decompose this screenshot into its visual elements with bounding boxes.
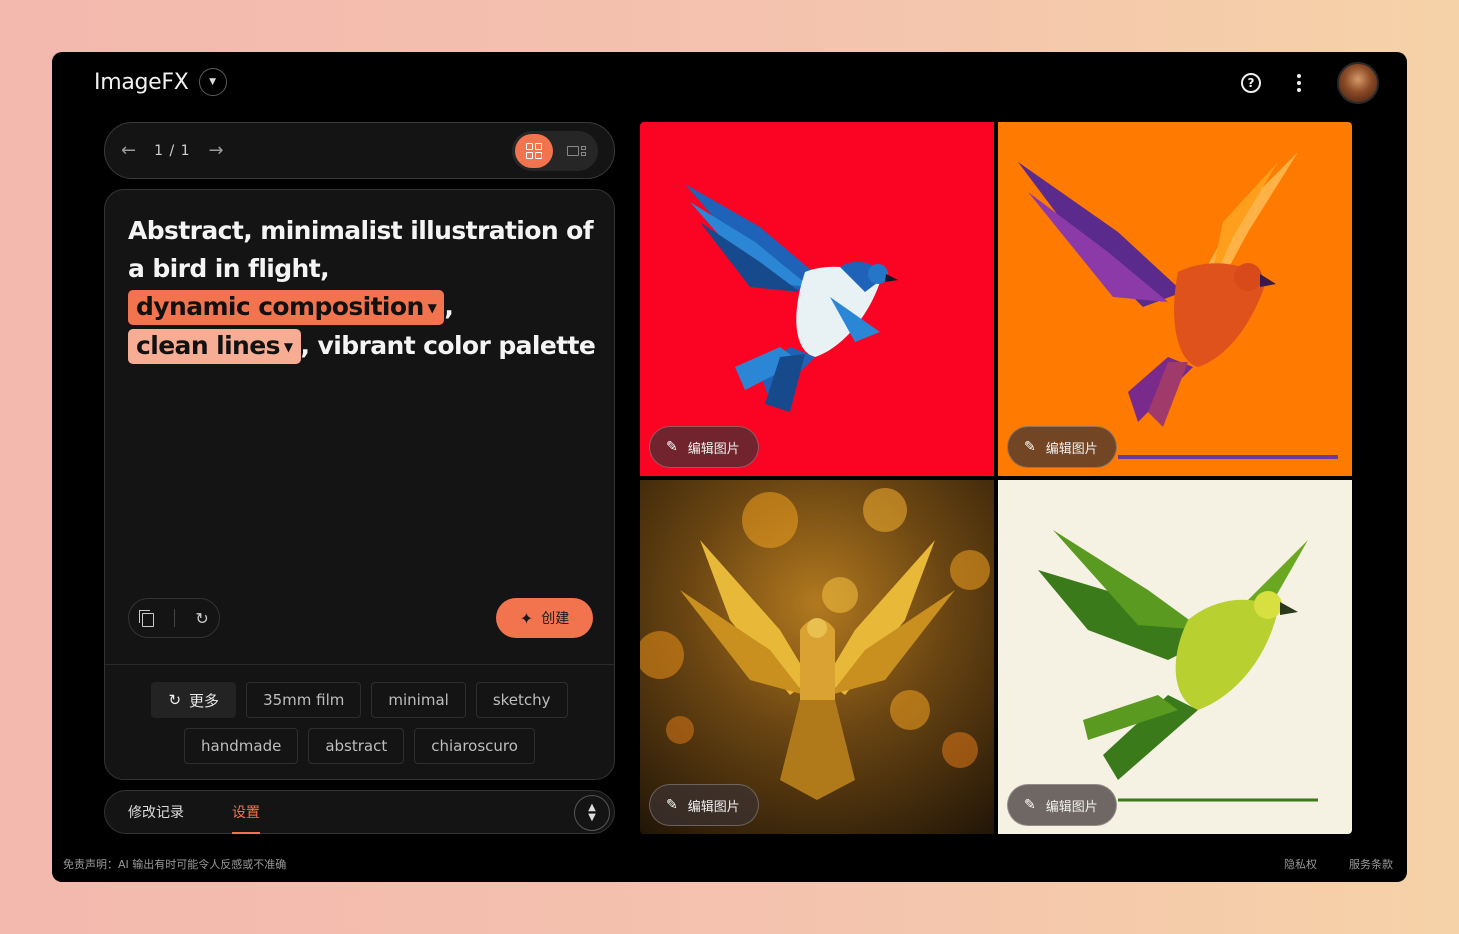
suggestion-chip[interactable]: chiaroscuro (414, 728, 535, 764)
bird-illustration (640, 488, 990, 800)
tab-history[interactable]: 修改记录 (128, 790, 184, 834)
suggestion-chip[interactable]: abstract (308, 728, 405, 764)
edit-image-button[interactable]: ✎ 编辑图片 (649, 426, 759, 468)
brand: ImageFX ▼ (94, 68, 227, 96)
app-name: ImageFX (94, 69, 189, 95)
more-label: 更多 (189, 691, 220, 710)
prompt-text-start: Abstract, minimalist illustration of a b… (128, 216, 594, 283)
suggestion-row: handmade abstract chiaroscuro (105, 728, 614, 764)
edit-label: 编辑图片 (687, 799, 740, 815)
single-view-icon (566, 145, 586, 156)
chip-label: dynamic composition (136, 292, 424, 321)
prompt-separator: , (444, 292, 454, 321)
suggestion-chip[interactable]: sketchy (475, 682, 568, 718)
prompt-text-end: , vibrant color palette (300, 331, 596, 360)
sparkle-icon: ✦ (519, 608, 534, 628)
disclaimer: 免责声明：AI 输出有时可能令人反感或不准确 (63, 858, 287, 871)
edit-label: 编辑图片 (687, 441, 740, 457)
footer-links: 隐私权 服务条款 (1284, 856, 1393, 872)
pencil-icon: ✎ (1024, 439, 1036, 455)
arrow-right-icon[interactable]: → (209, 140, 224, 161)
suggestion-chip[interactable]: 35mm film (246, 682, 362, 718)
create-button[interactable]: ✦ 创建 (496, 598, 593, 638)
more-vert-icon[interactable] (1289, 74, 1309, 92)
chevron-down-icon: ▼ (283, 340, 293, 354)
suggestions: ↻ 更多 35mm film minimal sketchy handmade … (105, 664, 614, 779)
privacy-link[interactable]: 隐私权 (1284, 856, 1317, 872)
edit-image-button[interactable]: ✎ 编辑图片 (1007, 426, 1117, 468)
generated-image-3[interactable]: ✎ 编辑图片 (640, 480, 994, 834)
chevron-down-icon: ▼ (427, 301, 437, 315)
prompt-tools: ↻ (128, 598, 220, 638)
generated-image-1[interactable]: ✎ 编辑图片 (640, 122, 994, 476)
copy-icon[interactable] (139, 610, 155, 627)
arrow-left-icon[interactable]: ← (121, 140, 136, 161)
bottom-tabs: 修改记录 设置 ▲ ▼ (104, 790, 615, 834)
expand-collapse-icon[interactable]: ▲ ▼ (574, 795, 610, 831)
imagefx-window: ImageFX ▼ ? ← 1 / 1 → Abstract, minimali… (52, 52, 1407, 882)
bird-illustration (1018, 152, 1338, 459)
chip-label: clean lines (136, 331, 280, 360)
suggestion-chip[interactable]: handmade (184, 728, 299, 764)
suggestion-row: ↻ 更多 35mm film minimal sketchy (105, 682, 614, 718)
pencil-icon: ✎ (666, 797, 678, 813)
bird-illustration (685, 184, 898, 412)
edit-image-button[interactable]: ✎ 编辑图片 (649, 784, 759, 826)
create-label: 创建 (541, 611, 570, 627)
generated-image-4[interactable]: ✎ 编辑图片 (998, 480, 1352, 834)
avatar[interactable] (1337, 62, 1379, 104)
pencil-icon: ✎ (1024, 797, 1036, 813)
more-suggestions-button[interactable]: ↻ 更多 (151, 682, 237, 718)
grid-icon (526, 142, 542, 159)
edit-image-button[interactable]: ✎ 编辑图片 (1007, 784, 1117, 826)
help-icon[interactable]: ? (1241, 73, 1261, 93)
generated-image-2[interactable]: ✎ 编辑图片 (998, 122, 1352, 476)
tab-settings[interactable]: 设置 (232, 790, 260, 834)
page-count: 1 / 1 (154, 142, 191, 159)
reset-icon[interactable]: ↻ (195, 609, 208, 628)
top-actions: ? (1241, 62, 1379, 104)
grid-view-button[interactable] (515, 133, 553, 168)
prompt-card: Abstract, minimalist illustration of a b… (104, 189, 615, 780)
refresh-icon: ↻ (168, 691, 182, 709)
result-pager: ← 1 / 1 → (104, 122, 615, 179)
suggestion-chip[interactable]: minimal (371, 682, 466, 718)
terms-link[interactable]: 服务条款 (1349, 856, 1393, 872)
view-toggle (512, 130, 598, 171)
edit-label: 编辑图片 (1045, 441, 1098, 457)
pencil-icon: ✎ (666, 439, 678, 455)
single-view-button[interactable] (557, 134, 595, 168)
prompt-editor[interactable]: Abstract, minimalist illustration of a b… (128, 212, 598, 366)
divider (173, 609, 175, 627)
bird-illustration (1038, 530, 1318, 802)
prompt-chip-dynamic-composition[interactable]: dynamic composition ▼ (128, 290, 445, 325)
edit-label: 编辑图片 (1045, 799, 1098, 815)
app-menu-dropdown-icon[interactable]: ▼ (198, 68, 227, 96)
prompt-chip-clean-lines[interactable]: clean lines ▼ (128, 329, 301, 364)
